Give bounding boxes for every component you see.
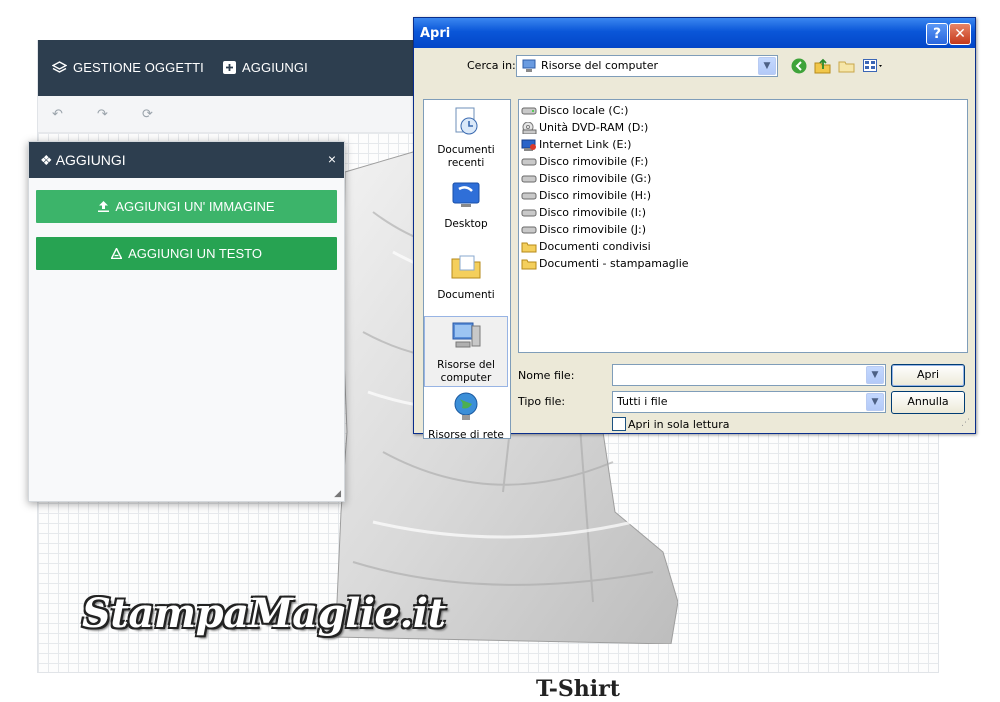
file-item-label: Documenti - stampamaglie xyxy=(539,257,689,270)
place-recent-documents[interactable]: Documenti recenti xyxy=(424,105,508,170)
file-item-label: Documenti condivisi xyxy=(539,240,651,253)
place-network[interactable]: Risorse di rete xyxy=(424,390,508,442)
resize-grip-icon[interactable]: ◢ xyxy=(334,488,341,499)
close-icon[interactable]: × xyxy=(328,151,336,167)
removable-drive-icon xyxy=(521,158,537,165)
add-text-button-label: AGGIUNGI UN TESTO xyxy=(128,246,262,261)
place-desktop[interactable]: Desktop xyxy=(424,179,508,231)
chevron-down-icon[interactable]: ▼ xyxy=(758,57,776,75)
folder-icon xyxy=(521,259,537,269)
undo-icon[interactable]: ↶ xyxy=(52,106,63,122)
places-bar: Documenti recenti Desktop Documenti Riso… xyxy=(423,99,511,442)
add-panel-title-text: AGGIUNGI xyxy=(55,152,126,168)
readonly-label: Apri in sola lettura xyxy=(628,418,730,431)
file-item[interactable]: Disco rimovibile (H:) xyxy=(521,187,651,204)
add-text-button[interactable]: AGGIUNGI UN TESTO xyxy=(36,237,337,270)
file-item[interactable]: Documenti condivisi xyxy=(521,238,651,255)
file-item[interactable]: Disco rimovibile (I:) xyxy=(521,204,646,221)
file-item-label: Disco locale (C:) xyxy=(539,104,629,117)
place-recent-documents-label: Documenti recenti xyxy=(437,144,495,169)
file-item[interactable]: Disco locale (C:) xyxy=(521,102,628,119)
nav-manage-objects-label: GESTIONE OGGETTI xyxy=(73,60,204,75)
place-my-computer-label: Risorse del computer xyxy=(437,359,495,384)
chevron-down-icon[interactable]: ▼ xyxy=(866,366,884,384)
add-panel: ❖ AGGIUNGI × AGGIUNGI UN' IMMAGINE AGGIU… xyxy=(28,141,345,502)
product-label: T-Shirt xyxy=(536,676,620,702)
layers-icon xyxy=(52,60,67,73)
open-button[interactable]: Apri xyxy=(891,364,965,387)
view-menu-icon[interactable] xyxy=(863,59,885,73)
removable-drive-icon xyxy=(521,209,537,216)
place-desktop-label: Desktop xyxy=(444,218,488,230)
text-icon xyxy=(111,248,123,259)
dialog-title: Apri xyxy=(420,26,451,41)
file-item[interactable]: Disco rimovibile (G:) xyxy=(521,170,651,187)
file-item[interactable]: Documenti - stampamaglie xyxy=(521,255,689,272)
desktop-icon xyxy=(452,182,480,207)
filetype-label: Tipo file: xyxy=(518,395,566,408)
resize-grip-icon[interactable]: ⋰ xyxy=(961,418,970,428)
file-item[interactable]: Disco rimovibile (F:) xyxy=(521,153,648,170)
network-drive-icon xyxy=(521,139,536,151)
removable-drive-icon xyxy=(521,175,537,182)
recent-documents-icon xyxy=(455,107,478,135)
file-list[interactable]: Disco locale (C:) Unità DVD-RAM (D:) Int… xyxy=(518,99,968,353)
add-image-button[interactable]: AGGIUNGI UN' IMMAGINE xyxy=(36,190,337,223)
dialog-title-bar[interactable]: Apri ? ✕ xyxy=(414,18,975,48)
removable-drive-icon xyxy=(521,226,537,233)
dialog-close-button[interactable]: ✕ xyxy=(949,23,971,45)
file-item-label: Internet Link (E:) xyxy=(539,138,632,151)
my-computer-icon xyxy=(452,322,481,348)
help-button[interactable]: ? xyxy=(926,23,948,45)
place-my-documents-label: Documenti xyxy=(437,289,495,301)
upload-icon xyxy=(98,201,110,212)
hard-drive-icon xyxy=(521,107,537,114)
look-in-value: Risorse del computer xyxy=(541,59,659,72)
filetype-select[interactable]: Tutti i file ▼ xyxy=(612,391,886,413)
up-folder-icon[interactable] xyxy=(814,57,831,74)
redo-icon[interactable]: ↷ xyxy=(97,106,108,122)
file-item-label: Disco rimovibile (F:) xyxy=(539,155,649,168)
place-my-computer[interactable]: Risorse del computer xyxy=(424,316,508,387)
add-panel-header[interactable]: ❖ AGGIUNGI × xyxy=(29,142,344,178)
file-item[interactable]: Disco rimovibile (J:) xyxy=(521,221,646,238)
back-icon[interactable] xyxy=(791,58,807,74)
nav-add-label: AGGIUNGI xyxy=(242,60,308,75)
open-file-dialog: Apri ? ✕ Cerca in: Risorse del computer … xyxy=(413,17,976,441)
file-item-label: Disco rimovibile (J:) xyxy=(539,223,647,236)
nav-manage-objects[interactable]: GESTIONE OGGETTI xyxy=(52,60,204,75)
file-item-label: Disco rimovibile (I:) xyxy=(539,206,647,219)
chevron-down-icon[interactable]: ▼ xyxy=(866,393,884,411)
file-item-label: Disco rimovibile (G:) xyxy=(539,172,652,185)
dvd-drive-icon xyxy=(522,121,537,134)
file-item[interactable]: Internet Link (E:) xyxy=(521,136,631,153)
place-network-label: Risorse di rete xyxy=(428,429,504,441)
place-my-documents[interactable]: Documenti xyxy=(424,250,508,302)
my-computer-icon xyxy=(522,59,536,72)
look-in-select[interactable]: Risorse del computer ▼ xyxy=(516,55,778,77)
look-in-label: Cerca in: xyxy=(467,59,516,72)
move-icon: ❖ xyxy=(40,152,53,168)
plus-square-icon xyxy=(223,61,236,74)
filetype-value: Tutti i file xyxy=(617,395,668,408)
network-icon xyxy=(454,392,478,420)
add-image-button-label: AGGIUNGI UN' IMMAGINE xyxy=(115,199,275,214)
my-documents-icon xyxy=(451,255,481,279)
refresh-icon[interactable]: ⟳ xyxy=(142,106,153,122)
file-item-label: Disco rimovibile (H:) xyxy=(539,189,652,202)
readonly-checkbox[interactable] xyxy=(612,417,626,431)
file-item[interactable]: Unità DVD-RAM (D:) xyxy=(521,119,648,136)
brand-logo: StampaMaglie.it xyxy=(82,590,446,637)
filename-label: Nome file: xyxy=(518,369,575,382)
nav-add[interactable]: AGGIUNGI xyxy=(223,60,308,75)
file-item-label: Unità DVD-RAM (D:) xyxy=(539,121,649,134)
new-folder-icon[interactable] xyxy=(838,58,855,73)
cancel-button[interactable]: Annulla xyxy=(891,391,965,414)
folder-icon xyxy=(521,242,537,252)
add-panel-title: ❖ AGGIUNGI xyxy=(40,152,126,169)
filename-input[interactable]: ▼ xyxy=(612,364,886,386)
removable-drive-icon xyxy=(521,192,537,199)
